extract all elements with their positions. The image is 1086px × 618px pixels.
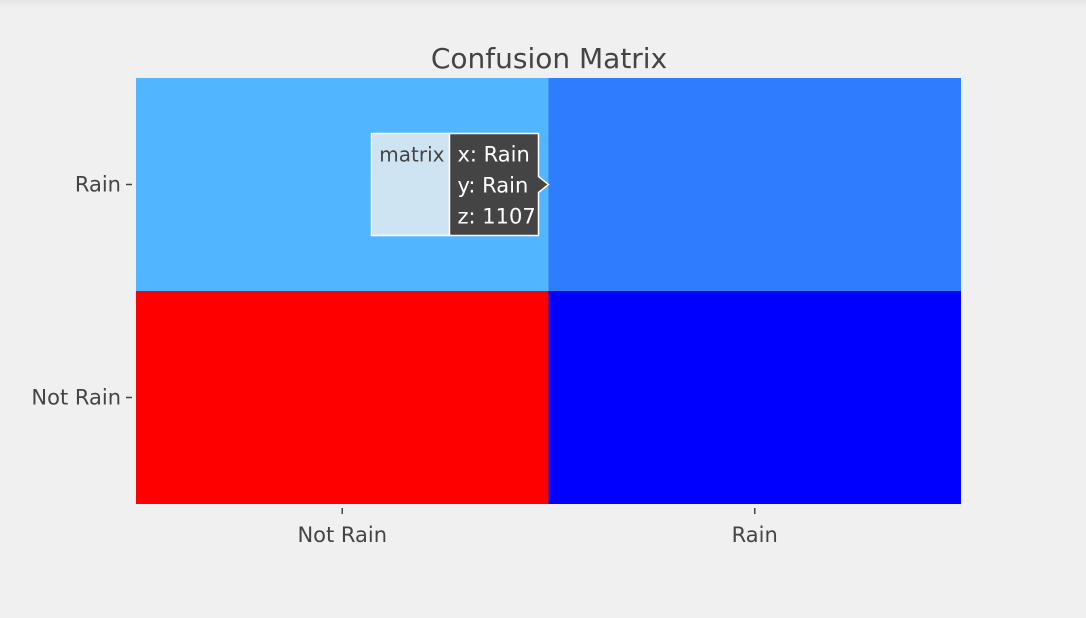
x-tick-label-not-rain: Not Rain bbox=[297, 523, 387, 547]
x-axis: Not Rain Rain bbox=[297, 508, 778, 547]
hover-trace-name: matrix bbox=[379, 143, 444, 167]
hover-tooltip: matrix x: Rain y: Rain z: 1107 bbox=[370, 132, 550, 237]
chart-title: Confusion Matrix bbox=[431, 42, 667, 75]
heatmap-cells bbox=[136, 78, 961, 504]
y-tick-label-rain: Rain bbox=[75, 173, 121, 197]
hover-line-x: x: Rain bbox=[458, 143, 530, 167]
x-tick-label-rain: Rain bbox=[732, 523, 778, 547]
heatmap-cell-not-rain-not-rain[interactable] bbox=[136, 291, 549, 504]
y-tick-label-not-rain: Not Rain bbox=[31, 386, 121, 410]
heatmap-cell-rain-rain[interactable] bbox=[548, 78, 962, 291]
hover-line-z: z: 1107 bbox=[458, 205, 536, 229]
hover-line-y: y: Rain bbox=[458, 174, 529, 198]
confusion-matrix-chart: Confusion Matrix Not Rain Rain Not Rain Ra… bbox=[31, 42, 961, 547]
heatmap-cell-rain-not-rain[interactable] bbox=[548, 291, 962, 504]
y-axis: Not Rain Rain bbox=[31, 173, 132, 410]
